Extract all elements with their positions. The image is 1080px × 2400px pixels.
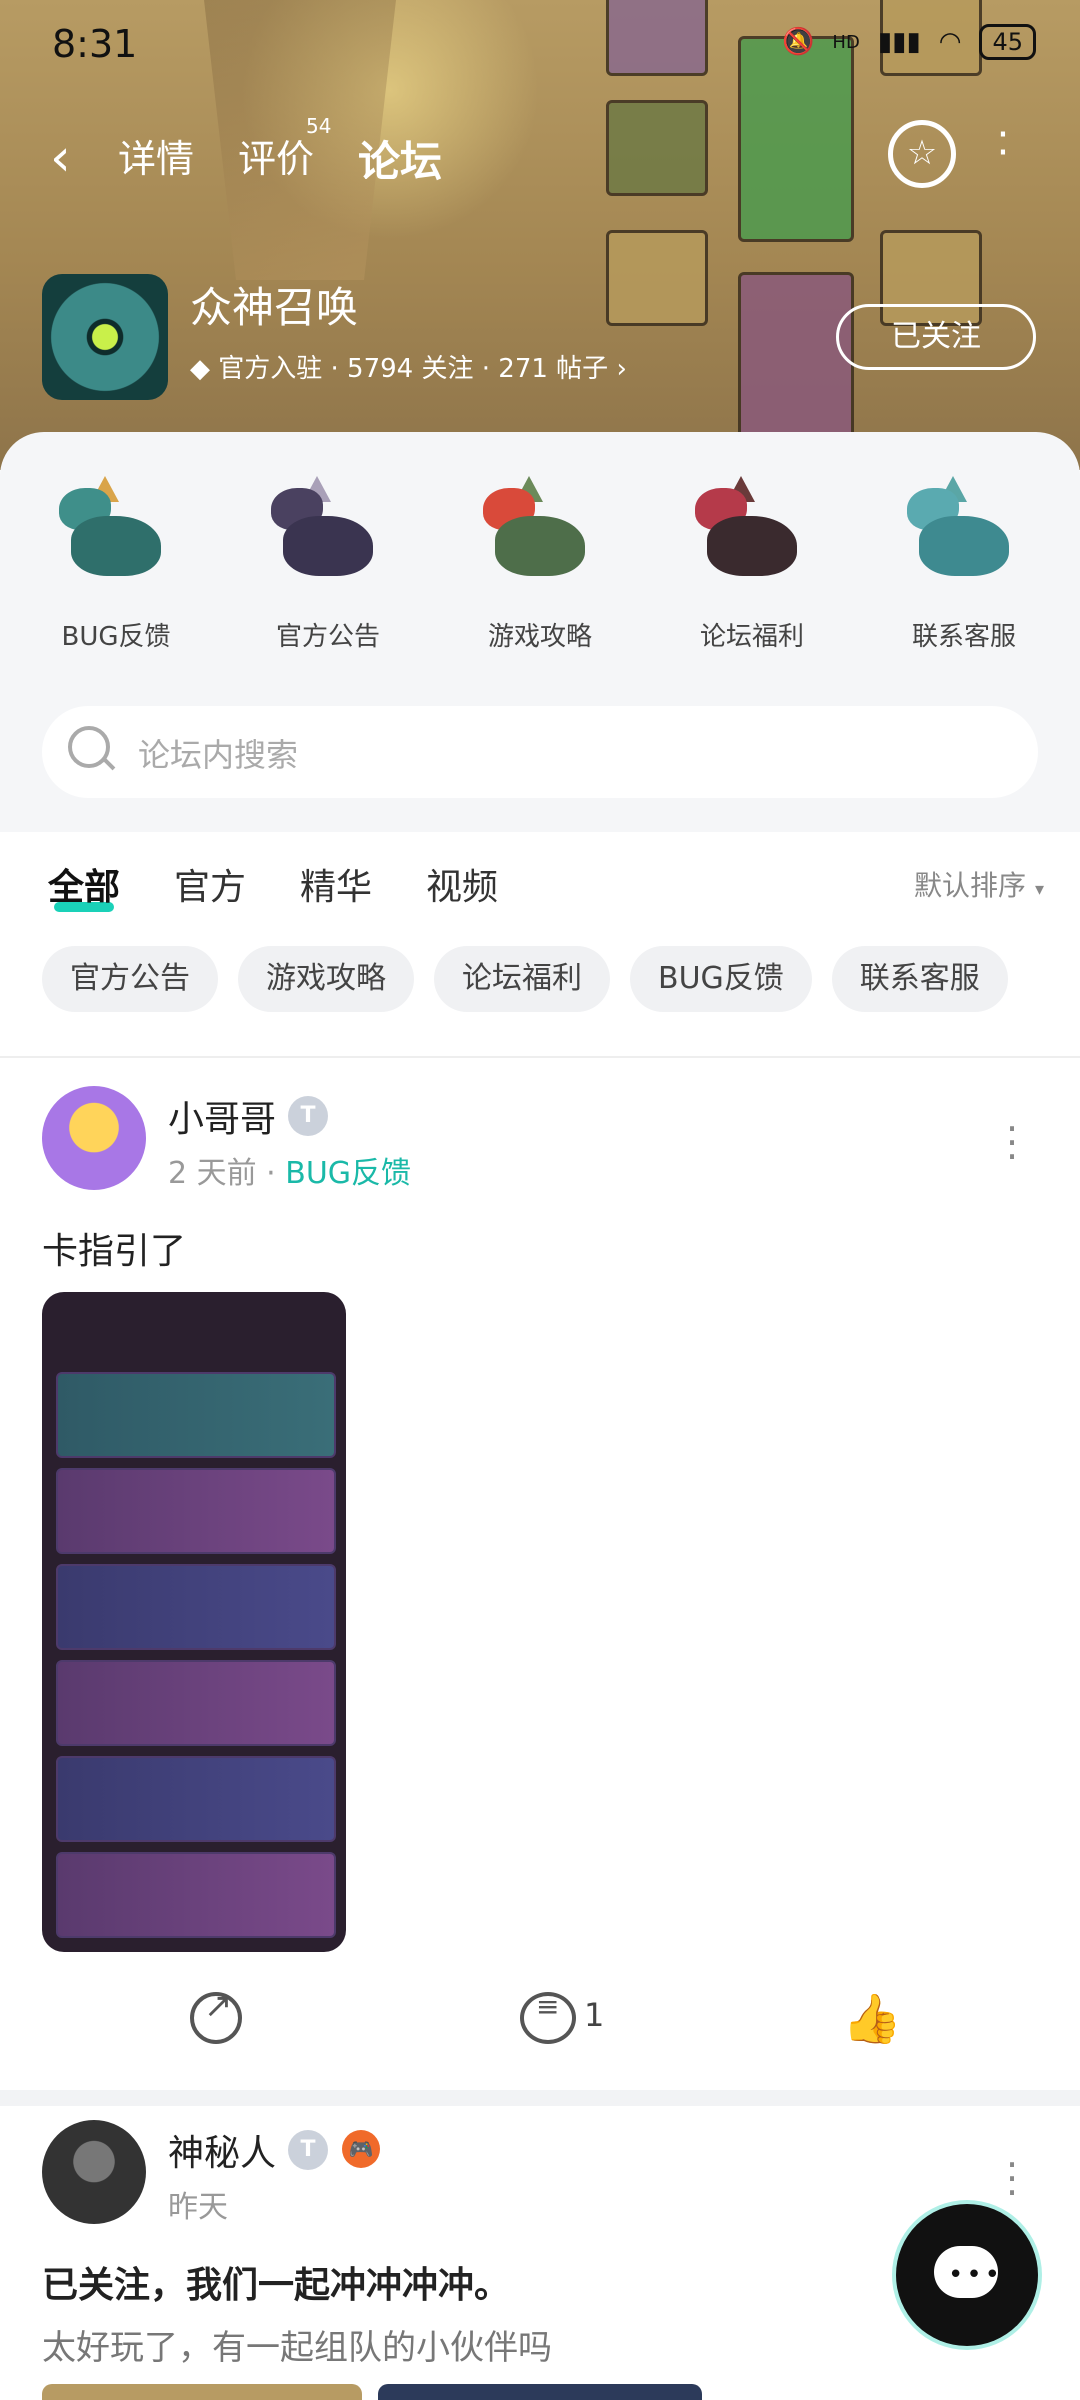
post-text: 卡指引了 xyxy=(42,1231,187,1272)
status-time: 8:31 xyxy=(52,22,138,66)
sort-dropdown[interactable]: 默认排序 ▾ xyxy=(914,864,1044,904)
post-username[interactable]: 小哥哥 xyxy=(168,1090,276,1142)
post-username[interactable]: 神秘人 xyxy=(168,2124,276,2176)
dragon-icon xyxy=(51,476,181,596)
search-icon xyxy=(68,726,110,768)
back-icon[interactable]: ‹ xyxy=(50,128,71,188)
chip-bug-feedback[interactable]: BUG反馈 xyxy=(630,946,812,1012)
level-badge: T xyxy=(288,1096,328,1136)
post-title: 已关注，我们一起冲冲冲冲。 xyxy=(42,2265,511,2306)
chip-announcements[interactable]: 官方公告 xyxy=(42,946,218,1012)
like-icon[interactable]: 👍 xyxy=(842,1990,902,2047)
post-more-icon[interactable]: · · · xyxy=(1006,1110,1018,1176)
tab-all[interactable]: 全部 xyxy=(48,858,120,912)
divider xyxy=(0,1056,1080,1058)
avatar[interactable] xyxy=(42,1086,146,1190)
dragon-icon xyxy=(687,476,817,596)
chip-guides[interactable]: 游戏攻略 xyxy=(238,946,414,1012)
tab-details[interactable]: 详情 xyxy=(118,128,194,183)
post-tag[interactable]: BUG反馈 xyxy=(285,1156,411,1191)
tab-video[interactable]: 视频 xyxy=(426,858,498,910)
share-icon[interactable] xyxy=(190,1986,242,2044)
category-list: BUG反馈 官方公告 游戏攻略 论坛福利 联系客服 xyxy=(0,476,1080,653)
game-logo[interactable] xyxy=(42,274,168,400)
category-label: 官方公告 xyxy=(275,622,380,652)
chip-support[interactable]: 联系客服 xyxy=(831,946,1008,1012)
thumbnail[interactable] xyxy=(42,2384,362,2400)
sort-label: 默认排序 xyxy=(914,869,1027,902)
tab-reviews[interactable]: 评价 xyxy=(238,128,314,183)
post-time: 2 天前 xyxy=(168,1156,257,1191)
top-nav: ‹ 详情 评价 54 论坛 ☆ · · xyxy=(0,110,1080,200)
post-more-icon[interactable]: · · · xyxy=(1006,2146,1018,2212)
gamepad-badge-icon: 🎮 xyxy=(342,2130,380,2168)
dragon-icon xyxy=(263,476,393,596)
tab-official[interactable]: 官方 xyxy=(174,858,246,910)
dragon-icon xyxy=(475,476,605,596)
post-separator xyxy=(0,2090,1080,2106)
level-badge: T xyxy=(288,2130,328,2170)
search-bar[interactable]: 论坛内搜索 xyxy=(42,706,1038,798)
follow-button[interactable]: 已关注 xyxy=(836,304,1036,370)
game-name: 众神召唤 xyxy=(190,283,359,332)
status-bar: 8:31 🔕 HD ▮▮▮ ◠ 45 xyxy=(0,0,1080,90)
mute-icon: 🔕 xyxy=(782,27,815,57)
feed-tabs: 全部 官方 精华 视频 默认排序 ▾ xyxy=(0,852,1080,922)
category-label: BUG反馈 xyxy=(61,622,171,652)
game-info: 众神召唤 ◆ 官方入驻 · 5794 关注 · 271 帖子 › 已关注 xyxy=(42,274,1042,400)
signal-icon: ▮▮▮ xyxy=(877,27,921,57)
chat-fab[interactable]: ••• xyxy=(896,2204,1038,2346)
post-image[interactable] xyxy=(42,1292,346,1952)
filter-chips: 官方公告 游戏攻略 论坛福利 BUG反馈 联系客服 xyxy=(42,946,1008,1012)
category-label: 联系客服 xyxy=(911,622,1016,652)
diamond-icon: ◆ xyxy=(190,354,219,384)
category-rewards[interactable]: 论坛福利 xyxy=(652,476,852,653)
category-guides[interactable]: 游戏攻略 xyxy=(440,476,640,653)
wifi-icon: ◠ xyxy=(938,27,962,57)
post-meta: 2 天前 · BUG反馈 xyxy=(168,1148,411,1192)
comment-icon[interactable] xyxy=(520,1990,576,2044)
category-label: 论坛福利 xyxy=(699,622,804,652)
battery-icon: 45 xyxy=(979,24,1036,60)
star-icon[interactable]: ☆ xyxy=(888,120,956,188)
chevron-right-icon: › xyxy=(616,354,627,384)
game-meta[interactable]: ◆ 官方入驻 · 5794 关注 · 271 帖子 › xyxy=(190,348,627,385)
category-label: 游戏攻略 xyxy=(487,622,592,652)
status-icons: 🔕 HD ▮▮▮ ◠ 45 xyxy=(782,24,1036,60)
game-meta-text: 官方入驻 · 5794 关注 · 271 帖子 xyxy=(218,354,609,384)
reviews-count: 54 xyxy=(306,114,332,138)
thumbnail[interactable] xyxy=(378,2384,702,2400)
tab-forum[interactable]: 论坛 xyxy=(358,128,443,195)
tab-featured[interactable]: 精华 xyxy=(300,858,372,910)
post-subtext: 太好玩了，有一起组队的小伙伴吗 xyxy=(42,2328,552,2368)
post-actions: 1 👍 xyxy=(0,1982,1080,2062)
category-announcements[interactable]: 官方公告 xyxy=(228,476,428,653)
comment-count: 1 xyxy=(584,1996,605,2034)
meta-separator: · xyxy=(266,1156,286,1191)
dragon-icon xyxy=(899,476,1029,596)
more-icon[interactable]: · · xyxy=(996,115,1010,173)
post-thumbnails[interactable] xyxy=(42,2384,702,2400)
category-support[interactable]: 联系客服 xyxy=(864,476,1064,653)
chat-dots-icon: ••• xyxy=(948,2260,1004,2290)
category-sheet: BUG反馈 官方公告 游戏攻略 论坛福利 联系客服 论坛内搜索 xyxy=(0,432,1080,832)
chip-rewards[interactable]: 论坛福利 xyxy=(434,946,610,1012)
search-placeholder: 论坛内搜索 xyxy=(138,736,299,774)
avatar[interactable] xyxy=(42,2120,146,2224)
post-time: 昨天 xyxy=(168,2190,228,2225)
category-bug-feedback[interactable]: BUG反馈 xyxy=(16,476,216,653)
hd-label: HD xyxy=(832,31,860,53)
caret-down-icon: ▾ xyxy=(1034,879,1044,900)
